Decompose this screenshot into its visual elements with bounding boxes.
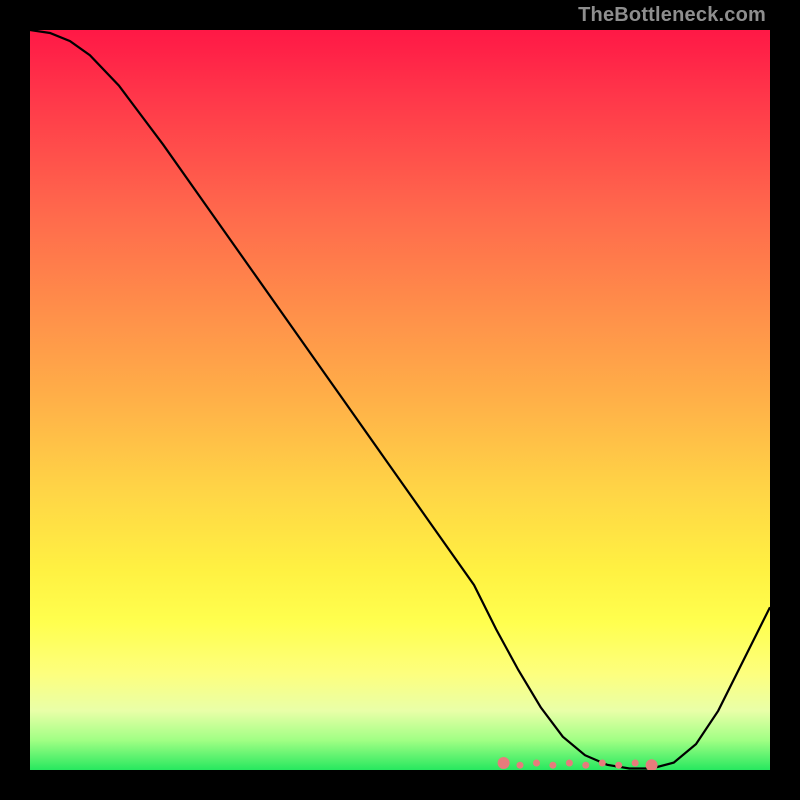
highlight-dot bbox=[599, 760, 606, 767]
attribution-text: TheBottleneck.com bbox=[578, 4, 766, 27]
highlight-dot bbox=[615, 762, 622, 769]
highlight-dot bbox=[566, 760, 573, 767]
chart-frame: TheBottleneck.com bbox=[0, 0, 800, 800]
highlight-dot bbox=[498, 757, 510, 769]
highlight-dot bbox=[533, 760, 540, 767]
highlight-dot bbox=[646, 759, 658, 770]
curve-line bbox=[30, 30, 770, 769]
highlight-dot bbox=[549, 762, 556, 769]
highlight-dot bbox=[517, 762, 524, 769]
highlight-dot bbox=[582, 762, 589, 769]
highlight-dot bbox=[632, 760, 639, 767]
plot-area bbox=[30, 30, 770, 770]
bottleneck-curve bbox=[30, 30, 770, 770]
